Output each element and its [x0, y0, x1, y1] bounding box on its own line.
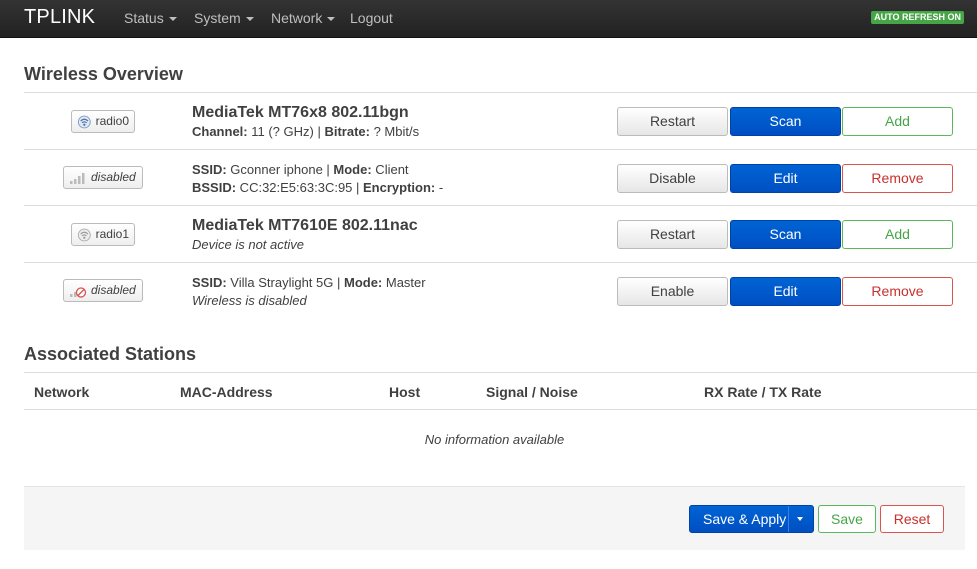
restart-radio1-button[interactable]: Restart	[617, 220, 728, 249]
wifi-radio-icon	[77, 115, 91, 128]
restart-radio0-button[interactable]: Restart	[617, 107, 728, 136]
disable-network0-button[interactable]: Disable	[617, 164, 728, 193]
network0-bssid-line: BSSID: CC:32:E5:63:3C:95 | Encryption: -	[192, 180, 444, 195]
network1-row: disabled SSID: Villa Straylight 5G | Mod…	[24, 262, 977, 319]
network0-badge: disabled	[63, 166, 143, 189]
column-signal-noise: Signal / Noise	[486, 384, 578, 400]
brand-logo[interactable]: TPLINK	[24, 6, 95, 29]
network0-ssid-line: SSID: Gconner iphone | Mode: Client	[192, 162, 409, 177]
scan-radio0-button[interactable]: Scan	[730, 107, 841, 136]
signal-disabled-icon	[70, 286, 87, 298]
menu-system[interactable]: System	[194, 10, 254, 26]
reset-button[interactable]: Reset	[880, 505, 944, 533]
top-navbar: TPLINK Status System Network Logout AUTO…	[0, 0, 977, 38]
menu-status[interactable]: Status	[124, 10, 177, 26]
scan-radio1-button[interactable]: Scan	[730, 220, 841, 249]
network1-badge: disabled	[63, 279, 143, 302]
column-rx-tx-rate: RX Rate / TX Rate	[704, 384, 822, 400]
enable-network1-button[interactable]: Enable	[617, 277, 728, 306]
network1-ssid-line: SSID: Villa Straylight 5G | Mode: Master	[192, 275, 426, 290]
add-radio0-button[interactable]: Add	[842, 107, 953, 136]
save-button[interactable]: Save	[818, 505, 876, 533]
radio0-name: MediaTek MT76x8 802.11bgn	[192, 104, 409, 121]
radio1-name: MediaTek MT7610E 802.11nac	[192, 217, 418, 234]
wireless-overview-title: Wireless Overview	[24, 64, 183, 84]
chevron-down-icon	[168, 17, 177, 22]
column-network: Network	[34, 384, 90, 400]
wifi-radio-off-icon	[77, 228, 91, 241]
stations-table-header: Network MAC-Address Host Signal / Noise …	[24, 372, 977, 410]
menu-network[interactable]: Network	[271, 10, 336, 26]
radio1-badge: radio1	[71, 223, 135, 246]
network1-status: Wireless is disabled	[192, 293, 307, 308]
associated-stations-title: Associated Stations	[24, 344, 197, 364]
radio0-info: Channel: 11 (? GHz) | Bitrate: ? Mbit/s	[192, 124, 420, 139]
save-apply-button[interactable]: Save & Apply	[689, 505, 814, 533]
radio1-row: radio1 MediaTek MT7610E 802.11nac Device…	[24, 205, 977, 262]
stations-empty-message: No information available	[424, 432, 565, 447]
radio0-badge: radio0	[71, 110, 135, 133]
edit-network0-button[interactable]: Edit	[730, 164, 841, 193]
remove-network1-button[interactable]: Remove	[842, 277, 953, 306]
chevron-down-icon	[245, 17, 254, 22]
form-actions-bar: Save & Apply Save Reset	[24, 486, 965, 550]
auto-refresh-toggle[interactable]: AUTO REFRESH ON	[871, 11, 964, 24]
dropdown-caret-icon[interactable]	[797, 517, 803, 521]
signal-bars-icon	[70, 172, 85, 184]
menu-logout[interactable]: Logout	[350, 10, 393, 26]
remove-network0-button[interactable]: Remove	[842, 164, 953, 193]
radio0-row: radio0 MediaTek MT76x8 802.11bgn Channel…	[24, 92, 977, 149]
column-host: Host	[389, 384, 421, 400]
column-mac-address: MAC-Address	[180, 384, 273, 400]
edit-network1-button[interactable]: Edit	[730, 277, 841, 306]
radio1-status: Device is not active	[192, 237, 304, 252]
network0-row: disabled SSID: Gconner iphone | Mode: Cl…	[24, 149, 977, 206]
chevron-down-icon	[327, 17, 336, 22]
add-radio1-button[interactable]: Add	[842, 220, 953, 249]
button-divider	[788, 506, 789, 532]
